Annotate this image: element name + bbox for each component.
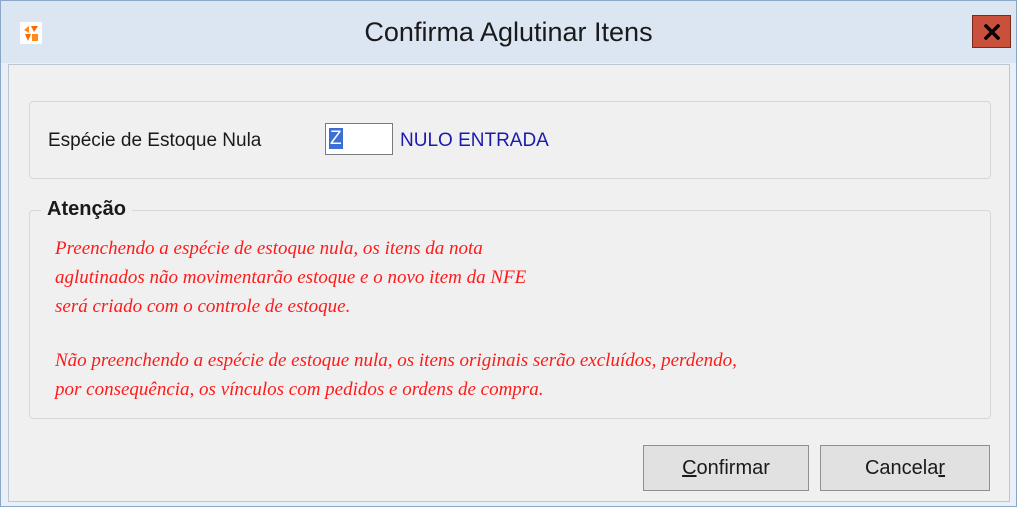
especie-group: Espécie de Estoque Nula Z NULO ENTRADA	[29, 101, 991, 179]
close-button[interactable]	[972, 15, 1011, 48]
attention-message-2-line: por consequência, os vínculos com pedido…	[55, 379, 544, 400]
title-bar[interactable]: Confirma Aglutinar Itens	[1, 1, 1016, 63]
especie-input[interactable]: Z	[325, 123, 393, 155]
confirm-button[interactable]: Confirmar	[643, 445, 809, 491]
attention-message-1: Preenchendo a espécie de estoque nula, o…	[55, 234, 526, 321]
attention-message-1-line: Preenchendo a espécie de estoque nula, o…	[55, 238, 483, 259]
especie-input-value: Z	[329, 128, 343, 149]
especie-description: NULO ENTRADA	[400, 130, 549, 151]
cancel-label-rest: Cancela	[864, 456, 939, 479]
close-icon	[983, 23, 1000, 40]
cancel-hotkey: r	[938, 456, 946, 479]
attention-message-1-line: aglutinados não movimentarão estoque e o…	[55, 267, 527, 288]
especie-label: Espécie de Estoque Nula	[48, 130, 262, 151]
confirm-label-rest: onfirmar	[696, 456, 770, 479]
cancel-button[interactable]: Cancela r	[820, 445, 990, 491]
attention-message-2-line: Não preenchendo a espécie de estoque nul…	[55, 350, 737, 371]
attention-message-1-line: será criado com o controle de estoque.	[55, 296, 351, 317]
dialog-client-area: Espécie de Estoque Nula Z NULO ENTRADA A…	[8, 64, 1010, 502]
attention-message-2: Não preenchendo a espécie de estoque nul…	[55, 346, 737, 404]
attention-title: Atenção	[41, 198, 132, 221]
confirm-hotkey: C	[682, 456, 697, 479]
dialog-title: Confirma Aglutinar Itens	[364, 17, 653, 47]
dialog-window: Confirma Aglutinar Itens Espécie de Esto…	[0, 0, 1017, 507]
